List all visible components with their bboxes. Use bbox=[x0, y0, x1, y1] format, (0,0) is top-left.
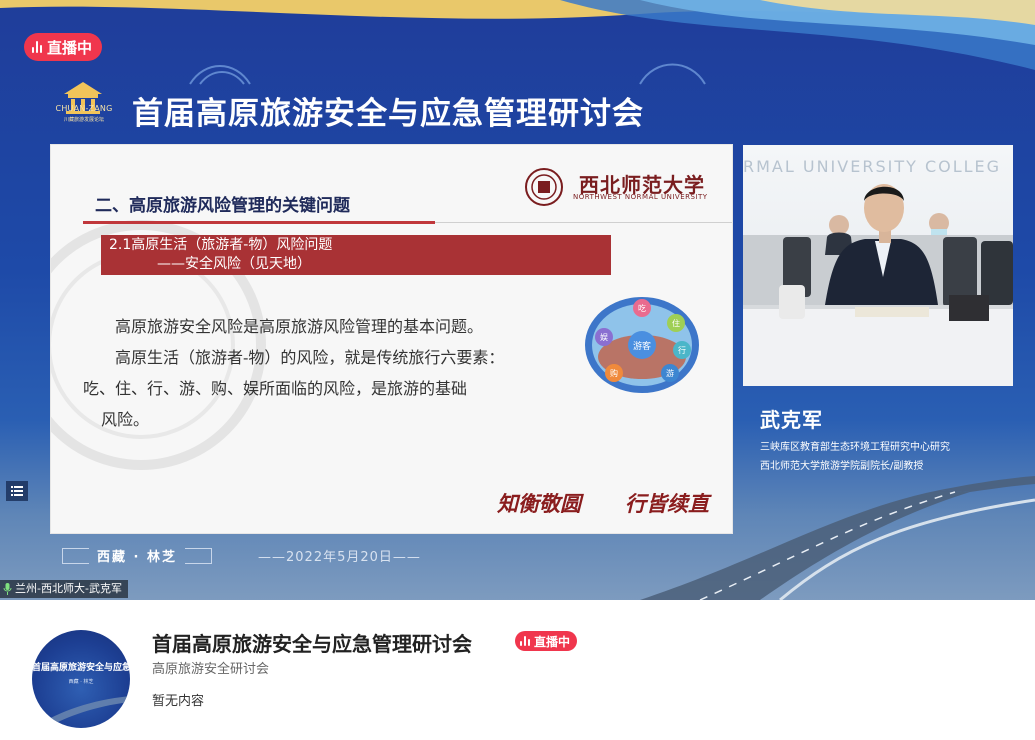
live-badge-label: 直播中 bbox=[47, 38, 93, 57]
heading-divider bbox=[435, 222, 732, 223]
university-english-name: NORTHWEST NORMAL UNIVERSITY bbox=[573, 193, 708, 201]
location-text: 西藏 · 林芝 bbox=[97, 550, 177, 565]
motto-left: 知衡敬圆 bbox=[497, 491, 581, 516]
speaker-name: 武克军 bbox=[760, 408, 823, 432]
avatar-road-decoration bbox=[32, 696, 130, 728]
diagram-node-6: 娱 bbox=[600, 333, 608, 342]
playlist-menu-button[interactable] bbox=[6, 481, 28, 501]
slide-heading: 二、高原旅游风险管理的关键问题 bbox=[95, 196, 350, 216]
live-status-badge: 直播中 bbox=[515, 631, 578, 651]
bracket-left-icon bbox=[62, 547, 89, 564]
avatar-title: 首届高原旅游安全与应急管理 bbox=[32, 663, 130, 673]
diagram-node-4: 游 bbox=[666, 368, 674, 378]
paragraph-line-2: 高原生活（旅游者-物）的风险，就是传统旅行六要素： bbox=[115, 348, 505, 367]
speaker-title-1: 三峡库区教育部生态环境工程研究中心研究 bbox=[760, 442, 950, 453]
speaker-video-scene bbox=[743, 184, 1013, 386]
live-status-label: 直播中 bbox=[534, 634, 571, 649]
logo-subtitle: 川藏旅游发展论坛 bbox=[63, 117, 104, 123]
highway-background bbox=[640, 476, 1035, 600]
bracket-right-icon bbox=[185, 547, 212, 564]
speaker-camera-feed: RMAL UNIVERSITY COLLEG bbox=[743, 145, 1013, 386]
diagram-node-2: 住 bbox=[672, 318, 680, 328]
live-badge: 直播中 bbox=[24, 33, 103, 61]
participant-name: 兰州-西北师大-武克军 bbox=[15, 582, 122, 595]
subheading-line-1: 2.1高原生活（旅游者-物）风险问题 bbox=[109, 237, 333, 253]
diagram-center-label: 游客 bbox=[633, 340, 651, 352]
list-icon bbox=[11, 486, 23, 496]
six-elements-diagram: 游客 吃 住 行 游 购 娱 bbox=[585, 297, 699, 393]
event-info-panel: 首届高原旅游安全与应急管理 西藏 · 林芝 首届高原旅游安全与应急管理研讨会 直… bbox=[0, 600, 1035, 740]
empty-content-text: 暂无内容 bbox=[152, 694, 205, 709]
live-bars-icon bbox=[32, 41, 42, 53]
subheading-line-2: ——安全风险（见天地） bbox=[157, 256, 311, 272]
diagram-node-5: 购 bbox=[610, 368, 618, 378]
microphone-icon bbox=[3, 583, 12, 595]
paragraph-line-4: 风险。 bbox=[101, 410, 150, 429]
event-avatar[interactable]: 首届高原旅游安全与应急管理 西藏 · 林芝 bbox=[32, 630, 130, 728]
avatar-subtitle: 西藏 · 林芝 bbox=[68, 679, 94, 685]
diagram-node-3: 行 bbox=[678, 345, 686, 355]
participant-label: 兰州-西北师大-武克军 bbox=[0, 580, 128, 598]
event-location: 西藏 · 林芝 bbox=[62, 546, 212, 565]
slide-subheading-box: 2.1高原生活（旅游者-物）风险问题 ——安全风险（见天地） bbox=[101, 235, 611, 275]
event-subtitle: 高原旅游安全研讨会 bbox=[152, 662, 270, 677]
event-title[interactable]: 首届高原旅游安全与应急管理研讨会 bbox=[152, 628, 472, 657]
diagram-node-1: 吃 bbox=[638, 303, 646, 313]
university-emblem-icon bbox=[525, 168, 563, 206]
live-video-player[interactable]: 直播中 CHUAN-ZANG 川藏旅游发展论坛 首届高原旅游安全与应急管理研讨会… bbox=[0, 0, 1035, 600]
conference-title: 首届高原旅游安全与应急管理研讨会 bbox=[132, 96, 644, 132]
heading-underline bbox=[83, 221, 435, 224]
live-bars-icon bbox=[520, 636, 530, 646]
event-date: ——2022年5月20日—— bbox=[258, 550, 421, 565]
header-decoration bbox=[0, 0, 1035, 85]
paragraph-line-1: 高原旅游安全风险是高原旅游风险管理的基本问题。 bbox=[115, 317, 484, 336]
paragraph-line-3: 吃、住、行、游、购、娱所面临的风险，是旅游的基础 bbox=[83, 379, 468, 398]
presentation-slide: 二、高原旅游风险管理的关键问题 西北师范大学 NORTHWEST NORMAL … bbox=[50, 144, 733, 534]
logo-text: CHUAN-ZANG bbox=[55, 104, 113, 113]
